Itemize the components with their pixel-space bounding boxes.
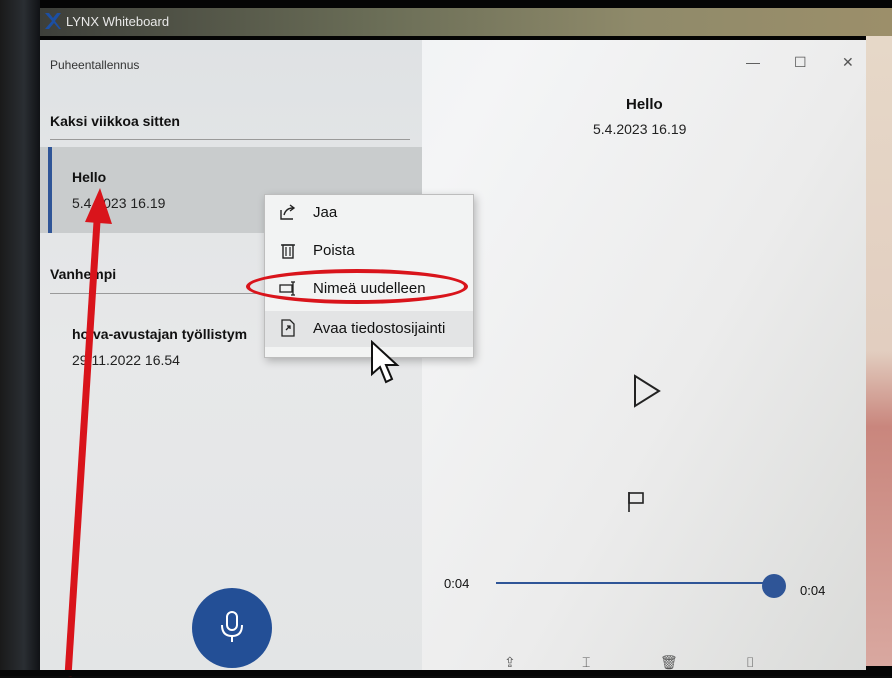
- detail-title: Hello: [626, 96, 663, 113]
- detail-date: 5.4.2023 16.19: [593, 121, 687, 137]
- share-icon: [280, 204, 296, 220]
- maximize-button[interactable]: ☐: [794, 54, 807, 71]
- annotation-arrow: [64, 188, 112, 677]
- rename-icon[interactable]: ⌷: [746, 654, 754, 670]
- progress-slider[interactable]: [496, 582, 772, 584]
- background-whiteboard: [866, 36, 892, 666]
- menu-item-delete[interactable]: Poista: [265, 233, 473, 269]
- trash-icon: [281, 244, 295, 259]
- group-header: Kaksi viikkoa sitten: [50, 113, 180, 129]
- voice-recorder-window: Puheentallennus Kaksi viikkoa sitten Hel…: [40, 40, 866, 670]
- menu-item-label: Jaa: [313, 204, 338, 221]
- open-location-icon: [281, 319, 295, 337]
- minimize-button[interactable]: —: [746, 54, 760, 70]
- trim-icon[interactable]: ⌶: [582, 654, 590, 670]
- annotation-ellipse: [246, 269, 468, 304]
- photo-border-bottom: [0, 670, 892, 676]
- menu-item-label: Poista: [313, 242, 355, 259]
- bottom-toolbar: ⇪ ⌶ 🗑 ⌷: [500, 654, 800, 670]
- microphone-icon: [221, 611, 243, 642]
- menu-item-label: Avaa tiedostosijainti: [313, 320, 446, 337]
- play-button[interactable]: [632, 374, 662, 408]
- share-icon[interactable]: ⇪: [504, 654, 516, 670]
- app-title: Puheentallennus: [50, 58, 140, 72]
- delete-icon[interactable]: 🗑: [660, 654, 678, 670]
- mouse-cursor-icon: [371, 340, 400, 384]
- add-marker-icon[interactable]: [626, 490, 648, 514]
- lynx-app-title: LYNX Whiteboard: [66, 14, 170, 29]
- elapsed-time: 0:04: [444, 576, 470, 591]
- close-button[interactable]: ✕: [842, 54, 854, 71]
- total-time: 0:04: [800, 583, 826, 598]
- menu-item-open-location[interactable]: Avaa tiedostosijainti: [265, 311, 473, 347]
- menu-item-share[interactable]: Jaa: [265, 195, 473, 231]
- lynx-logo-icon: [45, 13, 61, 29]
- progress-slider-thumb[interactable]: [762, 574, 786, 598]
- group-divider: [50, 139, 410, 140]
- record-button[interactable]: [192, 588, 272, 668]
